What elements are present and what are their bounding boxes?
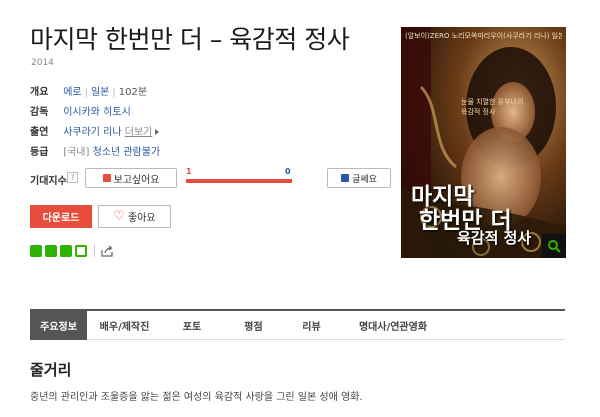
share-icons [30,245,113,257]
tab-review[interactable]: 리뷰 [285,311,338,340]
tab-cast-crew[interactable]: 배우/제작진 [87,311,162,340]
overview-row: 개요 에로 | 일본 | 102분 [30,83,147,98]
like-label: 좋아요 [128,213,156,224]
not-sure-button[interactable]: 글쎄요 [327,168,391,188]
thumb-down-icon [341,174,350,182]
cast-label: 출연 [30,127,49,138]
thumb-up-icon [102,174,111,182]
tab-quotes-related[interactable]: 명대사/연관영화 [338,311,448,340]
poster-subtext-line2: 육감적 정사 [461,108,496,116]
not-sure-label: 글쎄요 [352,174,377,185]
naver-icon[interactable] [30,245,42,257]
tab-photo[interactable]: 포토 [162,311,222,340]
director-row: 감독 이시카와 히토시 [30,103,131,118]
want-to-see-label: 보고싶어요 [113,174,160,186]
rating-label: 등급 [30,147,49,158]
help-icon[interactable]: ? [67,172,78,183]
poster-tagline: (알보이)ZERO 노리모쏙따리우이(사쿠라기 리나) 일본 성애 [405,32,562,40]
check-icon[interactable] [45,245,57,257]
country-link[interactable]: 일본 [91,87,109,98]
genre-link[interactable]: 에로 [63,87,81,98]
heart-icon: ♡ [113,209,126,224]
runtime: 102분 [118,87,148,98]
poster-title-line3: 육감적 정사 [457,229,532,247]
poster-subtext: 눈물 치열한 유부녀의 육감적 정사 [461,97,523,117]
overview-label: 개요 [30,87,49,98]
want-count: 1 [186,167,192,176]
star-icon[interactable] [60,245,72,257]
magnifier-icon [548,240,561,253]
cast-more-link[interactable]: 더보기 [125,127,153,138]
release-year: 2014 [31,58,54,68]
synopsis-text: 중년의 관리인과 조울증을 앓는 젊은 여성의 육감적 사랑을 그린 일본 성애… [30,392,363,403]
anticipation-label: 기대지수 [30,176,67,187]
rating-link[interactable]: 청소년 관람불가 [93,147,161,158]
rating-row: 등급 [국내] 청소년 관람불가 [30,143,160,158]
tab-rating[interactable]: 평점 [222,311,285,340]
tab-main-info[interactable]: 주요정보 [30,311,87,340]
want-to-see-button[interactable]: 보고싶어요 [85,168,177,188]
poster-subtext-line1: 눈물 치열한 유부녀의 [461,98,524,106]
like-button[interactable]: ♡ 좋아요 [98,205,171,228]
zoom-button[interactable] [542,234,566,258]
page-title: 마지막 한번만 더 – 육감적 정사 [30,25,350,54]
rating-region: [국내] [63,147,90,158]
not-want-count: 0 [285,167,291,176]
separator: | [84,87,88,98]
share-icon[interactable] [101,245,113,257]
synopsis-title: 줄거리 [30,361,72,379]
director-label: 감독 [30,107,49,118]
cast-link[interactable]: 사쿠라기 리나 [63,127,121,138]
divider [94,245,95,257]
movie-poster[interactable]: (알보이)ZERO 노리모쏙따리우이(사쿠라기 리나) 일본 성애 눈물 치열한… [401,27,566,258]
download-button[interactable]: 다운로드 [30,205,92,228]
anticipation-bar [186,179,292,183]
detail-tabs: 주요정보 배우/제작진 포토 평점 리뷰 명대사/연관영화 [30,309,565,340]
square-icon[interactable] [75,245,87,257]
anticipation-index: 기대지수 ? 보고싶어요 1 0 글쎄요 [30,167,391,190]
chevron-right-icon [155,129,160,135]
cast-row: 출연 사쿠라기 리나 더보기 [30,123,160,138]
separator: | [112,87,116,98]
director-link[interactable]: 이시카와 히토시 [63,107,131,118]
